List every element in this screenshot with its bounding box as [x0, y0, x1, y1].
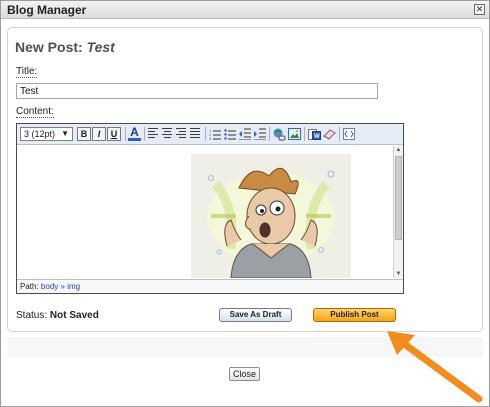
cartoon-image[interactable] — [191, 154, 351, 278]
eraser-icon[interactable] — [323, 128, 336, 140]
editor-path-bar: Path: body » img — [17, 279, 403, 293]
font-size-value: 3 (12pt) — [24, 129, 56, 139]
svg-text:W: W — [314, 134, 320, 140]
editor-scrollbar[interactable]: ▲ ▼ — [393, 146, 403, 278]
outdent-icon[interactable] — [239, 128, 251, 140]
toolbar-separator — [339, 127, 340, 141]
ordered-list-icon[interactable]: 1 2 3 — [209, 128, 221, 140]
status-value: Not Saved — [49, 310, 99, 321]
toolbar-separator — [144, 127, 145, 141]
toolbar-separator — [304, 127, 305, 141]
annotation-arrow-icon — [387, 331, 483, 403]
save-status: Status: Not Saved — [16, 310, 99, 321]
publish-post-button[interactable]: Publish Post — [313, 308, 396, 322]
svg-text:3: 3 — [209, 136, 212, 140]
html-source-icon[interactable] — [343, 128, 355, 140]
path-separator: » — [60, 282, 65, 291]
unordered-list-icon[interactable] — [224, 128, 236, 140]
scroll-down-icon[interactable]: ▼ — [394, 271, 403, 277]
align-left-icon[interactable] — [148, 128, 158, 139]
indent-icon[interactable] — [254, 128, 266, 140]
font-color-icon[interactable]: A — [128, 126, 141, 141]
font-size-select[interactable]: 3 (12pt) ▼ — [20, 127, 73, 141]
link-icon[interactable] — [273, 128, 286, 141]
paste-word-icon[interactable]: W — [308, 128, 321, 140]
page-title-prefix: New Post: — [15, 39, 87, 55]
status-label: Status: — [16, 310, 48, 321]
post-panel: New Post: Test Title: Content: 3 (12pt) ▼… — [7, 27, 483, 332]
title-label: Title: — [16, 66, 38, 78]
window-titlebar[interactable]: Blog Manager ✕ — [1, 1, 489, 19]
editor-toolbar: 3 (12pt) ▼ B I U A 1 2 3 W — [17, 124, 403, 145]
image-icon[interactable] — [288, 128, 301, 140]
align-right-icon[interactable] — [176, 128, 186, 139]
toolbar-separator — [205, 127, 206, 141]
toolbar-separator — [125, 127, 126, 141]
align-center-icon[interactable] — [162, 128, 172, 139]
italic-button[interactable]: I — [92, 127, 106, 141]
close-button[interactable]: Close — [229, 367, 260, 381]
editor-content[interactable] — [17, 146, 392, 278]
path-item-img[interactable]: img — [67, 282, 80, 291]
path-label: Path: — [20, 282, 39, 291]
toolbar-separator — [269, 127, 270, 141]
window-close-icon[interactable]: ✕ — [474, 4, 485, 15]
blog-manager-window: Blog Manager ✕ New Post: Test Title: Con… — [0, 0, 490, 407]
align-justify-icon[interactable] — [190, 128, 200, 139]
underline-button[interactable]: U — [107, 127, 121, 141]
post-name: Test — [86, 39, 115, 55]
scrollbar-thumb[interactable] — [395, 156, 402, 240]
scroll-up-icon[interactable]: ▲ — [394, 147, 403, 153]
content-label: Content: — [16, 106, 54, 118]
chevron-down-icon: ▼ — [61, 129, 69, 138]
title-input[interactable] — [16, 83, 378, 99]
save-as-draft-button[interactable]: Save As Draft — [219, 308, 292, 322]
bold-button[interactable]: B — [77, 127, 91, 141]
path-item-body[interactable]: body — [41, 282, 58, 291]
window-title: Blog Manager — [7, 3, 87, 17]
rich-text-editor: 3 (12pt) ▼ B I U A 1 2 3 W ▲ ▼ Path: bod… — [16, 123, 404, 294]
page-title: New Post: Test — [15, 39, 115, 55]
